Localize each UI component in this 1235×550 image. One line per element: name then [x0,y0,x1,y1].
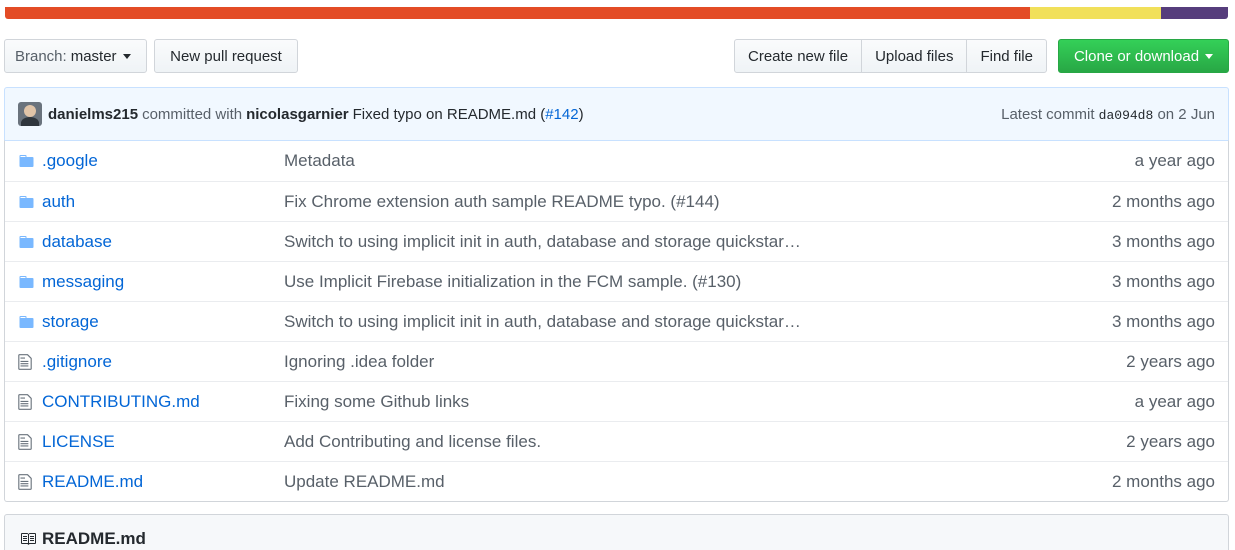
language-segment-css[interactable] [1160,7,1228,19]
folder-icon [5,274,42,290]
latest-commit-bar: danielms215 committed with nicolasgarnie… [4,87,1229,141]
avatar[interactable] [18,102,42,126]
file-name-link[interactable]: auth [42,192,75,212]
table-row: README.md Update README.md 2 months ago [5,461,1228,501]
clone-or-download-button[interactable]: Clone or download [1058,39,1229,73]
branch-name: master [70,47,117,65]
file-commit-message-link[interactable]: Switch to using implicit init in auth, d… [284,312,801,332]
repository-language-bar[interactable] [5,7,1228,19]
file-name-link[interactable]: storage [42,312,99,332]
file-commit-age: a year ago [1134,151,1215,170]
find-file-button[interactable]: Find file [966,39,1047,73]
file-commit-message-link[interactable]: Update README.md [284,472,445,492]
latest-commit-label: Latest commit [1001,105,1095,123]
file-commit-age: 2 months ago [1111,191,1215,211]
file-commit-message-link[interactable]: Switch to using implicit init in auth, d… [284,232,801,252]
table-row: database Switch to using implicit init in… [5,221,1228,261]
file-list-table: .google Metadata a year ago auth Fix Chrome … [4,140,1229,502]
upload-files-button[interactable]: Upload files [861,39,968,73]
file-commit-age: 3 months ago [1111,231,1215,251]
commit-message-text: Fixed typo on README.md ( [352,105,546,123]
commit-author-link[interactable]: danielms215 [48,106,138,123]
file-name-link[interactable]: database [42,232,112,252]
file-icon [5,433,42,451]
file-commit-age: a year ago [1134,391,1215,411]
file-icon [5,473,42,491]
file-commit-message-link[interactable]: Use Implicit Firebase initialization in … [284,272,741,292]
file-commit-age: 2 years ago [1126,431,1215,451]
clone-or-download-label: Clone or download [1073,47,1200,65]
folder-icon [5,194,42,210]
table-row: CONTRIBUTING.md Fixing some Github links a… [5,381,1228,421]
create-new-file-button[interactable]: Create new file [734,39,863,73]
commit-date: on 2 Jun [1157,105,1215,123]
caret-down-icon [1205,53,1214,59]
language-segment-html[interactable] [5,7,1030,19]
file-commit-message-link[interactable]: Add Contributing and license files. [284,432,541,452]
commit-message-link[interactable]: Fixed typo on README.md (#142) [353,106,584,123]
folder-icon [5,153,42,169]
folder-icon [5,234,42,250]
file-actions-group: Create new file Upload files Find file [734,39,1047,73]
commit-issue-link[interactable]: #142 [545,106,578,123]
file-commit-age: 3 months ago [1111,271,1215,291]
branch-prefix-label: Branch: [15,47,67,65]
file-icon [5,353,42,371]
new-pull-request-button[interactable]: New pull request [154,39,298,73]
file-commit-age: 2 years ago [1126,351,1215,371]
table-row: storage Switch to using implicit init in … [5,301,1228,341]
readme-header: README.md [4,514,1229,550]
file-name-link[interactable]: .google [42,151,98,171]
file-commit-message-link[interactable]: Fix Chrome extension auth sample README … [284,192,720,212]
readme-title[interactable]: README.md [42,529,146,549]
committed-with-label: committed with [142,105,243,123]
language-segment-javascript[interactable] [1029,7,1161,19]
file-commit-message-link[interactable]: Fixing some Github links [284,392,469,412]
file-name-link[interactable]: .gitignore [42,352,112,372]
file-commit-message-link[interactable]: Ignoring .idea folder [284,352,434,372]
file-commit-message-link[interactable]: Metadata [284,151,355,171]
file-commit-age: 2 months ago [1111,471,1215,491]
commit-sha-link[interactable]: da094d8 [1099,108,1154,123]
branch-select-button[interactable]: Branch: master [4,39,147,73]
file-icon [5,393,42,411]
commit-committer-link[interactable]: nicolasgarnier [246,106,349,123]
caret-down-icon [122,53,131,59]
latest-commit-info: Latest commit da094d8 on 2 Jun [1001,106,1215,123]
table-row: LICENSE Add Contributing and license file… [5,421,1228,461]
table-row: .google Metadata a year ago [5,141,1228,181]
table-row: auth Fix Chrome extension auth sample REA… [5,181,1228,221]
file-name-link[interactable]: README.md [42,472,143,492]
folder-icon [5,314,42,330]
file-name-link[interactable]: LICENSE [42,432,115,452]
table-row: messaging Use Implicit Firebase initializ… [5,261,1228,301]
table-row: .gitignore Ignoring .idea folder 2 years a… [5,341,1228,381]
file-commit-age: 3 months ago [1111,311,1215,331]
book-icon [21,533,36,545]
file-name-link[interactable]: CONTRIBUTING.md [42,392,200,412]
file-name-link[interactable]: messaging [42,272,124,292]
commit-message-end: ) [578,105,584,123]
